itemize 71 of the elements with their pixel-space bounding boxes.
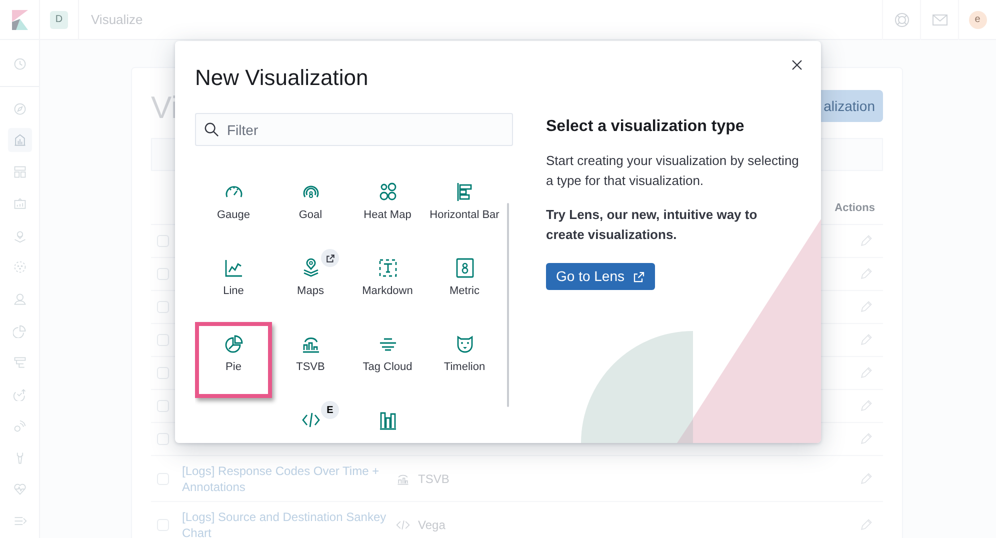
number-frame-icon	[454, 258, 474, 278]
horizontal-bars-icon	[454, 182, 474, 202]
circles-icon	[378, 182, 398, 202]
chart-icon	[13, 133, 27, 148]
row-checkbox[interactable]	[157, 268, 169, 280]
column-header: Actions	[834, 201, 875, 216]
visualization-type-tile[interactable]: Tag Cloud	[349, 322, 426, 398]
layout-icon	[13, 165, 27, 180]
section-title: Select a visualization type	[546, 117, 746, 137]
scrollbar[interactable]	[507, 203, 509, 407]
row-checkbox[interactable]	[157, 235, 169, 247]
code-icon	[300, 410, 320, 430]
mail-icon[interactable]	[932, 12, 948, 26]
pencil-icon[interactable]	[859, 432, 873, 446]
visualization-type-tile[interactable]: Markdown	[349, 246, 426, 322]
pencil-icon[interactable]	[859, 366, 873, 380]
visualization-type-tile[interactable]: E	[272, 398, 349, 443]
experimental-badge: E	[321, 401, 339, 419]
description-text: Start creating your visualization by selecting a type for that visualization.	[546, 152, 799, 190]
help-ring-icon[interactable]	[894, 12, 910, 28]
go-to-lens-button[interactable]: Go to Lens	[546, 263, 654, 290]
visualization-type-tile[interactable]: Heat Map	[349, 170, 426, 246]
row-checkbox[interactable]	[157, 334, 169, 346]
person-icon	[13, 292, 27, 306]
external-link-icon	[632, 270, 644, 282]
user-avatar[interactable]: e	[968, 10, 986, 28]
pencil-icon[interactable]	[859, 300, 873, 314]
easel-icon	[13, 196, 27, 211]
close-icon	[791, 59, 803, 71]
visualization-type-tile[interactable]: Goal	[272, 170, 349, 246]
row-checkbox[interactable]	[157, 367, 169, 379]
visualization-type-tile[interactable]: Timelion	[426, 322, 503, 398]
external-link-icon	[326, 254, 334, 262]
bar-chart-icon	[378, 410, 398, 430]
pie-segment-icon	[13, 324, 27, 338]
visualization-type-tile[interactable]: Gauge	[195, 170, 272, 246]
pencil-icon[interactable]	[859, 518, 873, 532]
visualization-type-tile[interactable]: Pie	[195, 322, 272, 398]
heart-pulse-icon	[13, 482, 27, 496]
pie-chart-icon	[224, 334, 244, 354]
visualization-type-tile[interactable]: Metric	[426, 246, 503, 322]
visualization-type-tile[interactable]: TSVB	[272, 322, 349, 398]
row-checkbox[interactable]	[157, 301, 169, 313]
line-chart-icon	[224, 258, 244, 278]
check-arrow-icon	[13, 387, 27, 402]
type-label: TSVB	[418, 470, 450, 488]
visualization-type-tile[interactable]: Maps	[272, 246, 349, 322]
filter-field[interactable]: Filter	[195, 113, 513, 146]
map-pin-icon	[13, 228, 27, 243]
type-label: Vega	[418, 516, 446, 534]
logo-icon	[12, 10, 28, 30]
pencil-icon[interactable]	[859, 399, 873, 413]
stacked-trays-icon	[13, 355, 27, 370]
code-icon	[396, 518, 410, 532]
pencil-icon[interactable]	[859, 267, 873, 281]
pencil-icon[interactable]	[859, 333, 873, 347]
signal-icon	[13, 418, 27, 433]
row-checkbox[interactable]	[157, 400, 169, 412]
pencil-icon[interactable]	[859, 234, 873, 248]
visualization-type-tile[interactable]: Horizontal Bar	[426, 170, 503, 246]
pencil-icon[interactable]	[859, 472, 873, 486]
dotted-circle-icon	[13, 260, 27, 274]
nav-item[interactable]	[8, 128, 32, 152]
compass-icon	[13, 102, 27, 116]
dialog-title: New Visualization	[195, 65, 370, 91]
text-frame-icon	[378, 258, 398, 278]
clock-icon	[13, 56, 27, 71]
lens-promo-text: Try Lens, our new, intuitive way to create visualizations.	[546, 206, 758, 244]
visualization-type-tile[interactable]: Line	[195, 246, 272, 322]
row-checkbox[interactable]	[157, 433, 169, 445]
create-visualization-button[interactable]: alization	[821, 90, 883, 122]
